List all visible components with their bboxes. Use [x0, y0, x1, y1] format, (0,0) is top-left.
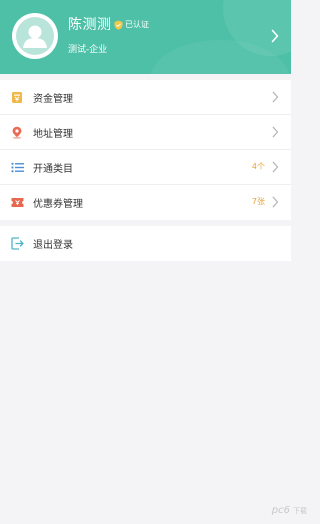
user-name: 陈测测 — [68, 17, 112, 33]
wallet-icon — [10, 90, 24, 104]
watermark-text: pc6 — [271, 505, 290, 516]
profile-header[interactable]: 陈测测 已认证 测试-企业 — [0, 0, 291, 74]
user-avatar-icon — [16, 17, 54, 55]
logout-group: 退出登录 — [0, 226, 291, 261]
menu-item-coupon-management[interactable]: 优惠券管理 7张 — [0, 185, 291, 220]
chevron-right-icon[interactable] — [271, 29, 279, 43]
menu-item-open-categories[interactable]: 开通类目 4个 — [0, 150, 291, 185]
menu-item-count: 4个 — [251, 162, 265, 171]
logout-label: 退出登录 — [33, 240, 73, 251]
logout-icon — [10, 237, 24, 251]
chevron-right-icon — [272, 161, 279, 173]
menu-item-label: 地址管理 — [33, 128, 73, 140]
chevron-right-icon — [272, 196, 279, 208]
chevron-right-icon — [272, 126, 279, 138]
verified-badge: 已认证 — [114, 19, 149, 31]
menu-item-address-management[interactable]: 地址管理 — [0, 115, 291, 150]
shield-check-icon — [114, 20, 123, 30]
verified-label: 已认证 — [125, 20, 149, 29]
location-pin-icon — [10, 125, 24, 139]
avatar[interactable] — [12, 13, 58, 59]
menu-item-count: 7张 — [251, 197, 265, 206]
watermark-suffix: 下载 — [293, 506, 307, 515]
list-icon — [10, 160, 24, 174]
menu-list: 资金管理 地址管理 开通类目 4个 优惠券管理 7张 — [0, 80, 291, 220]
user-subtitle: 测试-企业 — [68, 45, 108, 55]
menu-item-fund-management[interactable]: 资金管理 — [0, 80, 291, 115]
chevron-right-icon — [272, 91, 279, 103]
menu-item-label: 开通类目 — [33, 163, 73, 175]
menu-item-label: 资金管理 — [33, 93, 73, 105]
logout-button[interactable]: 退出登录 — [0, 226, 291, 261]
coupon-icon — [10, 196, 24, 210]
watermark: pc6 下载 — [272, 505, 310, 516]
menu-item-label: 优惠券管理 — [33, 199, 83, 210]
